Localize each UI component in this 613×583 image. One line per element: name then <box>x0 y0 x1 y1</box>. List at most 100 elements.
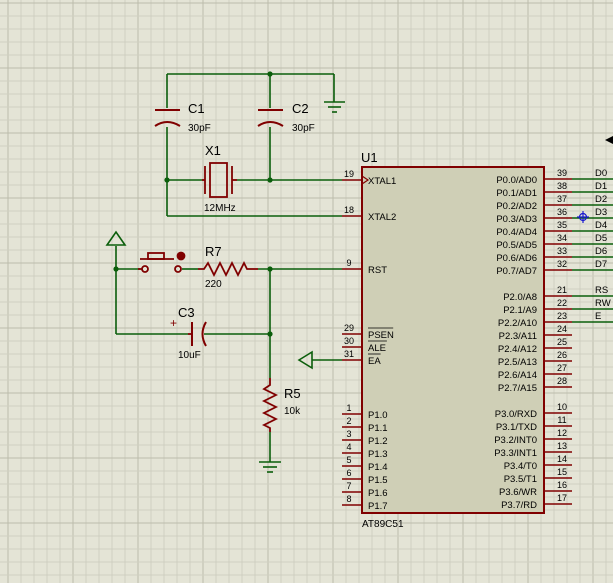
pin-number: 11 <box>557 415 566 425</box>
junction <box>164 177 170 183</box>
c3-value: 10uF <box>178 350 201 361</box>
net-label: D0 <box>595 168 607 179</box>
pin-number: 39 <box>557 168 567 178</box>
pin-label: P0.2/AD2 <box>496 201 537 212</box>
pin-number: 9 <box>346 258 351 268</box>
pin-number: 24 <box>557 324 567 334</box>
pin-label: XTAL1 <box>368 176 396 187</box>
pin-number: 7 <box>346 481 351 491</box>
junction <box>267 266 273 272</box>
pin-number: 33 <box>557 246 567 256</box>
pin-number: 23 <box>557 311 567 321</box>
pin-label: P0.4/AD4 <box>496 227 537 238</box>
pin-label: P3.5/T1 <box>504 474 537 485</box>
pin-number: 1 <box>346 403 351 413</box>
pin-number: 34 <box>557 233 567 243</box>
pin-number: 30 <box>344 336 354 346</box>
net-label: D3 <box>595 207 607 218</box>
pin-label: ALE <box>368 343 386 354</box>
mcu-at89c51[interactable]: U1 AT89C51 19 XTAL1 1 8 XTAL2 9 RST 29 PSEN 30 ALE… <box>342 150 572 530</box>
junction <box>267 331 273 337</box>
pin-label: P2.1/A9 <box>503 305 537 316</box>
c1-ref: C1 <box>188 101 205 116</box>
net-label: D4 <box>595 220 607 231</box>
pin-label: P2.3/A11 <box>499 331 537 342</box>
pin-label: P3.4/T0 <box>504 461 537 472</box>
pin-number: 35 <box>557 220 567 230</box>
c1-value: 30pF <box>188 123 211 134</box>
pin-label: P0.6/AD6 <box>496 253 537 264</box>
pin-label: P1.2 <box>368 436 388 447</box>
pin-number: 22 <box>557 298 567 308</box>
pin-label: P1.1 <box>368 423 388 434</box>
pin-label: P1.6 <box>368 488 388 499</box>
pin-number: 10 <box>557 402 567 412</box>
junction <box>267 177 273 183</box>
pin-label: P2.2/A10 <box>498 318 537 329</box>
pin-label: XTAL2 <box>368 212 396 223</box>
pin-label: P3.0/RXD <box>495 409 537 420</box>
pin-number: 12 <box>557 428 567 438</box>
pin-label: P1.7 <box>368 501 388 512</box>
pin-number: 36 <box>557 207 567 217</box>
pin-number: 6 <box>346 468 351 478</box>
button-handle <box>176 251 186 261</box>
pin-number: 17 <box>557 493 567 503</box>
chip-ref: U1 <box>361 150 378 165</box>
r5-ref: R5 <box>284 386 301 401</box>
schematic-canvas[interactable]: C1 30pF C2 30pF X1 12MHz R7 220 + C3 10u… <box>0 0 613 583</box>
net-label: D1 <box>595 181 607 192</box>
pin-number: 27 <box>557 363 567 373</box>
pin-number: 38 <box>557 181 567 191</box>
r7-value: 220 <box>205 279 222 290</box>
pin-number: 19 <box>344 169 354 179</box>
pin-label: P2.0/A8 <box>503 292 537 303</box>
pin-label: P1.0 <box>368 410 388 421</box>
pin-number: 4 <box>346 442 351 452</box>
pin-number: 25 <box>557 337 567 347</box>
c3-polarity-plus: + <box>170 316 177 330</box>
pin-label: P1.3 <box>368 449 388 460</box>
pin-number: 26 <box>557 350 567 360</box>
x1-value: 12MHz <box>204 203 236 214</box>
pin-label: P0.5/AD5 <box>496 240 537 251</box>
pin-label: P0.3/AD3 <box>496 214 537 225</box>
pin-label: RST <box>368 265 387 276</box>
pin-label: P3.1/TXD <box>496 422 537 433</box>
pin-label: P3.3/INT1 <box>494 448 537 459</box>
c2-ref: C2 <box>292 101 309 116</box>
net-label: D6 <box>595 246 607 257</box>
net-label: D2 <box>595 194 607 205</box>
chip-part: AT89C51 <box>362 519 404 530</box>
pin-label: P2.7/A15 <box>498 383 537 394</box>
pin-label: EA <box>368 356 381 367</box>
pin-label: P0.0/AD0 <box>496 175 537 186</box>
net-label: RW <box>595 298 611 309</box>
pin-label: P2.4/A12 <box>498 344 537 355</box>
net-label: D5 <box>595 233 607 244</box>
pin-number: 37 <box>557 194 567 204</box>
x1-ref: X1 <box>205 143 221 158</box>
junction <box>113 266 119 272</box>
pin-label: P3.7/RD <box>501 500 537 511</box>
pin-label: PSEN <box>368 330 394 341</box>
net-label: RS <box>595 285 608 296</box>
net-label: E <box>595 311 601 322</box>
pin-number: 28 <box>557 376 567 386</box>
pin-number: 14 <box>557 454 567 464</box>
pin-label: P1.4 <box>368 462 388 473</box>
pin-number: 16 <box>557 480 567 490</box>
pin-label: P3.2/INT0 <box>494 435 537 446</box>
pin-number: 3 <box>346 429 351 439</box>
pin-number: 2 <box>346 416 351 426</box>
c3-ref: C3 <box>178 305 195 320</box>
pin-number: 29 <box>344 323 354 333</box>
pin-label: P2.5/A13 <box>498 357 537 368</box>
pin-number: 15 <box>557 467 567 477</box>
pin-number: 31 <box>344 349 354 359</box>
junction <box>267 71 273 77</box>
pin-label: P0.1/AD1 <box>496 188 537 199</box>
pin-label: P0.7/AD7 <box>496 266 537 277</box>
pin-number: 5 <box>346 455 351 465</box>
pin-number: 8 <box>346 494 351 504</box>
